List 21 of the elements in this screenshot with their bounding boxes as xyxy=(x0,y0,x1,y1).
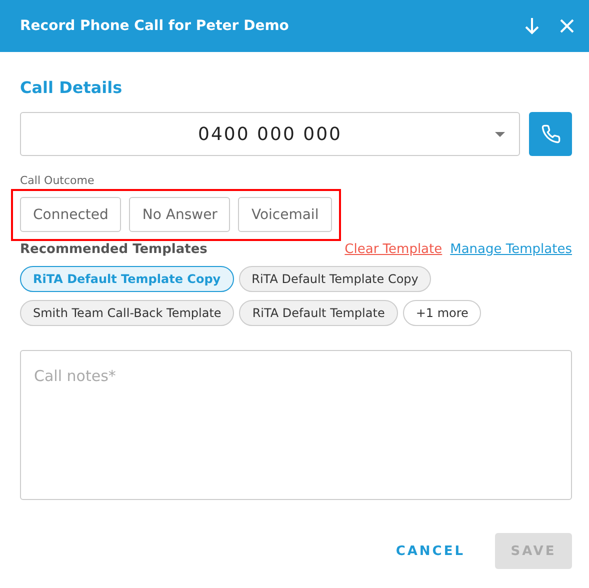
field-label: Call Outcome xyxy=(20,174,94,187)
cancel-button[interactable]: CANCEL xyxy=(390,542,471,560)
template-chip[interactable]: RiTA Default Template Copy xyxy=(238,266,432,292)
phone-button[interactable] xyxy=(529,112,572,156)
phone-select[interactable]: 0400 000 000 xyxy=(20,112,520,156)
notes-field[interactable]: Call notes* xyxy=(20,350,572,500)
manage-templates-link[interactable]: Manage Templates xyxy=(450,242,572,257)
caret-icon xyxy=(495,132,505,137)
close-icon[interactable] xyxy=(559,18,575,34)
outcome-button[interactable]: Connected xyxy=(20,197,122,232)
outcome-button[interactable]: Voicemail xyxy=(238,197,332,232)
clear-template-link[interactable]: Clear Template xyxy=(344,242,442,257)
down-arrow-icon[interactable] xyxy=(523,17,541,35)
template-chip[interactable]: RiTA Default Template xyxy=(239,300,398,326)
outcome-button[interactable]: No Answer xyxy=(129,197,230,232)
phone-icon xyxy=(540,124,560,144)
dialog-title: Record Phone Call for Peter Demo xyxy=(20,18,290,34)
templates-label: Recommended Templates xyxy=(20,242,208,257)
template-chip[interactable]: Smith Team Call-Back Template xyxy=(20,300,234,326)
section-title: Call Details xyxy=(20,78,124,99)
more-chip[interactable]: +1 more xyxy=(402,300,482,326)
